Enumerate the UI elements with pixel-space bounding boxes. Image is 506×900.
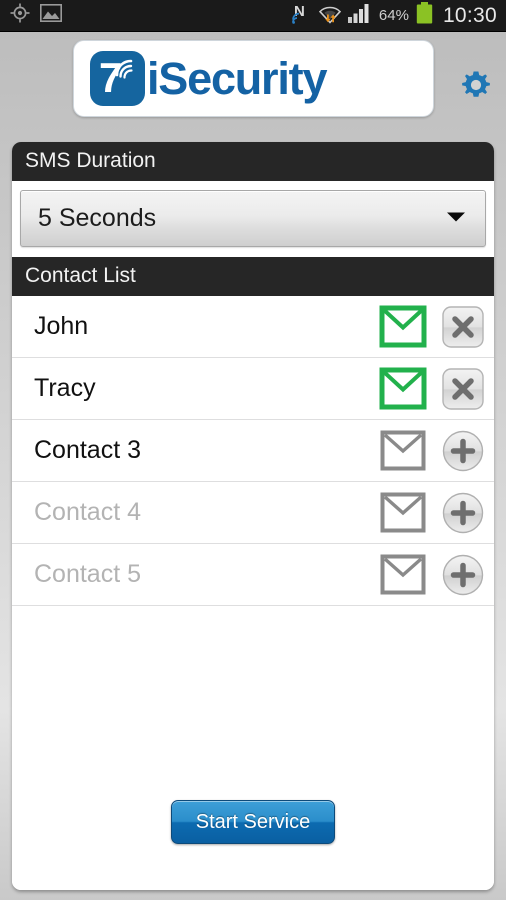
envelope-icon[interactable] [379, 305, 427, 348]
sms-duration-select[interactable]: 5 Seconds [20, 190, 486, 247]
sms-duration-spinner-wrap: 5 Seconds [12, 181, 494, 257]
add-contact-button[interactable] [441, 553, 485, 597]
battery-icon [416, 2, 433, 29]
status-bar-left-icons [0, 3, 62, 28]
battery-percent-label: 64% [378, 7, 409, 24]
contact-row[interactable]: John [12, 296, 494, 358]
logo-badge: 7 [90, 51, 145, 106]
contact-name: Contact 4 [34, 498, 142, 526]
contact-list-header: Contact List [12, 257, 494, 296]
main-panel: SMS Duration 5 Seconds Contact List John [12, 142, 494, 890]
remove-contact-button[interactable] [441, 367, 485, 411]
wifi-waves-icon [115, 59, 133, 79]
image-icon [40, 4, 62, 27]
gps-icon [10, 3, 30, 28]
remove-contact-button[interactable] [441, 305, 485, 349]
wifi-icon [318, 2, 341, 29]
contact-name: Tracy [34, 374, 96, 402]
add-contact-button[interactable] [441, 429, 485, 473]
gear-icon [462, 71, 490, 97]
clock-label: 10:30 [442, 3, 497, 27]
status-bar: N 64% 10:30 [0, 0, 506, 32]
contact-name: Contact 3 [34, 436, 142, 464]
envelope-icon[interactable] [379, 367, 427, 410]
app-title: iSecurity [147, 52, 327, 104]
app-logo: 7 iSecurity [73, 40, 434, 117]
signal-icon [347, 3, 372, 28]
envelope-icon[interactable] [379, 429, 427, 472]
sms-duration-header: SMS Duration [12, 142, 494, 181]
app-header: 7 iSecurity [0, 32, 506, 136]
start-service-button[interactable]: Start Service [171, 800, 335, 844]
chevron-down-icon [443, 208, 469, 229]
contact-name: John [34, 312, 89, 340]
panel-spacer [12, 606, 494, 800]
contact-row[interactable]: Contact 3 [12, 420, 494, 482]
footer-actions: Start Service [12, 800, 494, 890]
envelope-icon[interactable] [379, 491, 427, 534]
contact-row[interactable]: Contact 5 [12, 544, 494, 606]
contact-name: Contact 5 [34, 560, 142, 588]
envelope-icon[interactable] [379, 553, 427, 596]
app-screen: 7 iSecurity SMS Duration 5 Seconds Conta… [0, 32, 506, 900]
sms-duration-value: 5 Seconds [38, 204, 157, 232]
status-bar-right-icons: N 64% 10:30 [292, 2, 506, 29]
contact-list: John Tracy Contact 3 Contact 4 Contact 5 [12, 296, 494, 606]
contact-row[interactable]: Contact 4 [12, 482, 494, 544]
settings-button[interactable] [455, 64, 497, 106]
add-contact-button[interactable] [441, 491, 485, 535]
nfc-icon: N [292, 2, 312, 29]
contact-row[interactable]: Tracy [12, 358, 494, 420]
